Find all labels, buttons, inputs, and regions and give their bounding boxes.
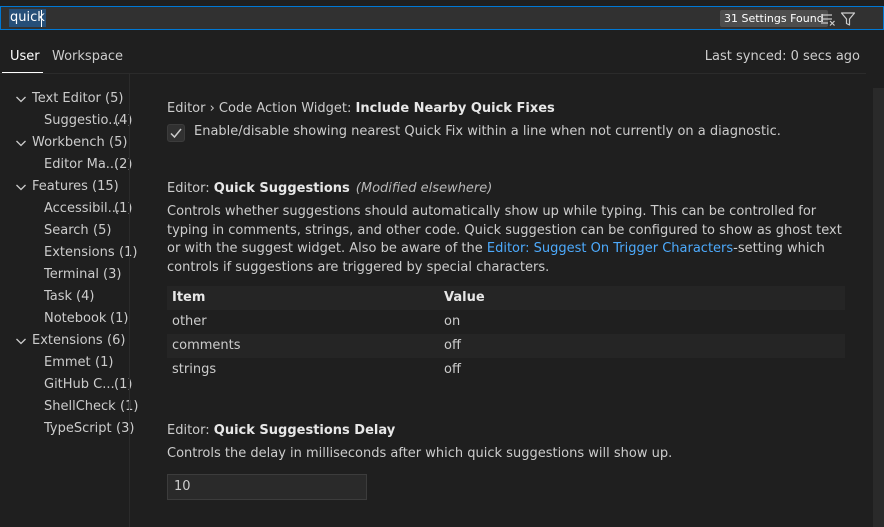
row-item: strings: [172, 362, 217, 377]
quick-suggestions-delay-input[interactable]: 10: [167, 474, 367, 500]
toc-item[interactable]: Extensions (6): [0, 330, 130, 352]
vertical-scrollbar[interactable]: [873, 88, 884, 527]
tab-user[interactable]: User: [10, 48, 40, 66]
header-value: Value: [444, 290, 485, 305]
toc-item[interactable]: TypeScript (3): [0, 418, 134, 440]
toc-item-label: Extensions: [32, 333, 103, 348]
checkmark-icon: [170, 128, 182, 139]
sync-status: Last synced: 0 secs ago: [704, 49, 860, 64]
setting-title-quick-suggestions: Editor: Quick Suggestions (Modified elsew…: [167, 180, 492, 198]
toc-item[interactable]: Accessibil... (1): [0, 198, 132, 220]
filter-icon[interactable]: [840, 11, 856, 27]
toc-item-label: ShellCheck: [44, 399, 116, 414]
checkbox-label[interactable]: Enable/disable showing nearest Quick Fix…: [194, 123, 854, 142]
toc-item[interactable]: Search (5): [0, 220, 130, 242]
toc-item[interactable]: Terminal (3): [0, 264, 130, 286]
text-caret: [41, 10, 42, 27]
suggest-on-trigger-characters-link[interactable]: Editor: Suggest On Trigger Characters: [487, 241, 733, 256]
setting-category: Editor:: [167, 423, 214, 438]
toc-item-count: (1): [95, 355, 114, 370]
toc-item-label: Extensions: [44, 245, 115, 260]
chevron-down-icon[interactable]: [14, 136, 28, 150]
toc-item[interactable]: Suggestio... (4): [0, 110, 132, 132]
toc-item-count: (3): [116, 421, 135, 436]
quick-suggestions-delay-description: Controls the delay in milliseconds after…: [167, 446, 673, 461]
toc-item-count: (15): [92, 179, 119, 194]
toc-item-label: Workbench: [32, 135, 105, 150]
modified-elsewhere-note[interactable]: (Modified elsewhere): [356, 181, 493, 196]
settings-search-bar[interactable]: quick 31 Settings Found: [0, 6, 884, 30]
toc-item[interactable]: Extensions(1): [0, 242, 137, 264]
toc-item[interactable]: ShellCheck(1): [0, 396, 138, 418]
toc-item-label: Emmet: [44, 355, 91, 370]
setting-name: Quick Suggestions Delay: [213, 423, 396, 438]
chevron-down-icon[interactable]: [14, 92, 28, 106]
toc-item[interactable]: Emmet (1): [0, 352, 130, 374]
setting-title-nearby-quick-fixes: Editor › Code Action Widget: Include Nea…: [167, 100, 555, 118]
nearby-quick-fixes-checkbox[interactable]: [167, 124, 185, 142]
toc-item-count: (6): [107, 333, 126, 348]
quick-suggestions-description: Controls whether suggestions should auto…: [167, 203, 847, 277]
setting-category: Editor › Code Action Widget:: [167, 101, 356, 116]
toc-item-label: Terminal: [44, 267, 99, 282]
settings-scope-tabs: User Workspace Last synced: 0 secs ago: [0, 38, 884, 74]
toc-item[interactable]: Features (15): [0, 176, 130, 198]
row-value: off: [444, 338, 461, 353]
setting-title-quick-suggestions-delay: Editor: Quick Suggestions Delay: [167, 422, 395, 440]
chevron-down-icon[interactable]: [14, 180, 28, 194]
toc-item[interactable]: Notebook (1): [0, 308, 130, 330]
toc-item[interactable]: Workbench (5): [0, 132, 130, 154]
header-item: Item: [172, 290, 206, 305]
toc-item-label: TypeScript: [44, 421, 112, 436]
toc-item-label: Task: [44, 289, 73, 304]
setting-name: Quick Suggestions: [213, 181, 350, 196]
toc-item[interactable]: GitHub C... (1): [0, 374, 132, 396]
row-item: other: [172, 314, 207, 329]
settings-toc: Text Editor (5) Suggestio... (4) Workbench (5…: [0, 88, 138, 440]
toc-item-label: Editor Ma...: [44, 157, 119, 172]
toc-item-count: (3): [103, 267, 122, 282]
table-row[interactable]: comments off: [167, 334, 845, 358]
toc-item-count: (5): [93, 223, 112, 238]
results-count-badge: 31 Settings Found: [720, 10, 828, 27]
toc-item-count: (5): [105, 91, 124, 106]
table-row[interactable]: strings off: [167, 358, 845, 382]
table-header: Item Value: [167, 286, 845, 310]
toc-item-count: (5): [109, 135, 128, 150]
clear-filter-icon[interactable]: [820, 11, 836, 27]
tab-workspace[interactable]: Workspace: [52, 48, 123, 66]
table-row[interactable]: other on: [167, 310, 845, 334]
setting-name: Include Nearby Quick Fixes: [355, 101, 555, 116]
toc-item-label: Suggestio...: [44, 113, 121, 128]
toc-item-count: (1): [110, 311, 129, 326]
chevron-down-icon[interactable]: [14, 334, 28, 348]
toc-item-label: Notebook: [44, 311, 107, 326]
setting-category: Editor:: [167, 181, 214, 196]
row-value: on: [444, 314, 461, 329]
toc-item[interactable]: Editor Ma... (2): [0, 154, 132, 176]
toc-item[interactable]: Text Editor (5): [0, 88, 130, 110]
toc-divider: [129, 74, 130, 527]
toc-item-label: Features: [32, 179, 88, 194]
quick-suggestions-table: Item Value other on comments off strings…: [167, 286, 845, 382]
toc-item-label: GitHub C...: [44, 377, 115, 392]
toc-item-count: (4): [76, 289, 95, 304]
toc-item-label: Search: [44, 223, 89, 238]
row-value: off: [444, 362, 461, 377]
row-item: comments: [172, 338, 241, 353]
toc-item-label: Text Editor: [32, 91, 101, 106]
toc-item[interactable]: Task (4): [0, 286, 130, 308]
toc-item-label: Accessibil...: [44, 201, 120, 216]
